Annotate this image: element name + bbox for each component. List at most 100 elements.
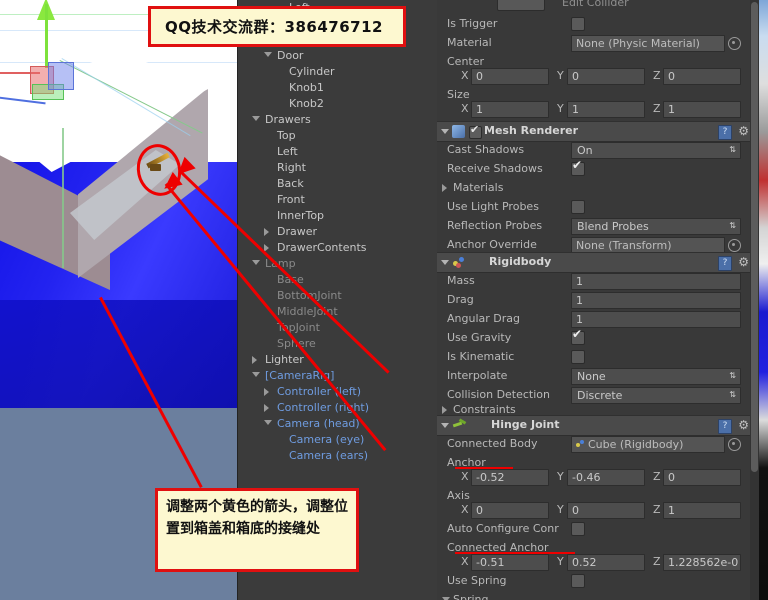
center-x-field[interactable]: 0 <box>471 68 549 85</box>
hierarchy-item-drawers[interactable]: Drawers <box>238 112 438 128</box>
physic-material-row[interactable]: Material None (Physic Material) <box>437 33 754 52</box>
hierarchy-item-lighter[interactable]: Lighter <box>238 352 438 368</box>
foldout-open-icon[interactable] <box>252 372 260 377</box>
use-gravity-row[interactable]: Use Gravity <box>437 327 754 347</box>
hierarchy-item-controller-right[interactable]: Controller (right) <box>238 400 438 416</box>
connected-anchor-y-field[interactable]: 0.52 <box>567 554 645 571</box>
auto-configure-checkbox[interactable] <box>571 522 585 536</box>
hierarchy-item-knob1[interactable]: Knob1 <box>238 80 438 96</box>
size-z-field[interactable]: 1 <box>663 101 741 118</box>
reflection-probes-dropdown[interactable]: Blend Probes ⇅ <box>571 218 741 235</box>
constraints-foldout-icon[interactable] <box>442 406 447 414</box>
gear-icon[interactable]: ⚙ <box>738 419 749 431</box>
foldout-open-icon[interactable] <box>252 260 260 265</box>
drag-row[interactable]: Drag 1 <box>437 290 754 309</box>
foldout-closed-icon[interactable] <box>264 388 269 396</box>
is-trigger-row[interactable]: Is Trigger <box>437 14 754 33</box>
drag-field[interactable]: 1 <box>571 292 741 309</box>
gear-icon[interactable]: ⚙ <box>738 125 749 137</box>
help-book-icon[interactable]: ? <box>718 419 732 434</box>
axis-vector-row[interactable]: X 0 Y 0 Z 1 <box>437 500 754 519</box>
object-picker-icon[interactable] <box>728 239 741 252</box>
inspector-scrollbar-thumb[interactable] <box>751 2 758 472</box>
hierarchy-item-right[interactable]: Right <box>238 160 438 176</box>
rigidbody-header[interactable]: Rigidbody ? ⚙ <box>437 252 754 273</box>
foldout-closed-icon[interactable] <box>264 228 269 236</box>
anchor-vector-row[interactable]: X -0.52 Y -0.46 Z 0 <box>437 467 754 486</box>
hierarchy-item-cylinder[interactable]: Cylinder <box>238 64 438 80</box>
inspector-panel[interactable]: Edit Collider Is Trigger Material None (… <box>437 0 754 600</box>
help-book-icon[interactable]: ? <box>718 256 732 271</box>
reflection-probes-row[interactable]: Reflection Probes Blend Probes ⇅ <box>437 216 754 235</box>
hierarchy-item-innertop[interactable]: InnerTop <box>238 208 438 224</box>
is-kinematic-checkbox[interactable] <box>571 350 585 364</box>
hinge-joint-header[interactable]: Hinge Joint ? ⚙ <box>437 415 754 436</box>
size-x-field[interactable]: 1 <box>471 101 549 118</box>
gizmo-z-plane-handle[interactable] <box>48 62 74 90</box>
hierarchy-item-door[interactable]: Door <box>238 48 438 64</box>
gizmo-y-axis[interactable] <box>45 4 48 68</box>
center-vector-row[interactable]: X 0 Y 0 Z 0 <box>437 66 754 85</box>
axis-x-field[interactable]: 0 <box>471 502 549 519</box>
mesh-renderer-enabled-checkbox[interactable] <box>469 123 482 139</box>
anchor-y-field[interactable]: -0.46 <box>567 469 645 486</box>
connected-anchor-vector-row[interactable]: X -0.51 Y 0.52 Z 1.228562e-0 <box>437 552 754 571</box>
spring-foldout-row[interactable]: Spring <box>437 590 754 600</box>
size-y-field[interactable]: 1 <box>567 101 645 118</box>
is-trigger-checkbox[interactable] <box>571 17 585 31</box>
hierarchy-item-base[interactable]: Base <box>238 272 438 288</box>
scene-view[interactable] <box>0 0 237 408</box>
cast-shadows-dropdown[interactable]: On ⇅ <box>571 142 741 159</box>
edit-collider-button[interactable] <box>497 0 545 11</box>
foldout-closed-icon[interactable] <box>252 356 257 364</box>
center-z-field[interactable]: 0 <box>663 68 741 85</box>
object-picker-icon[interactable] <box>728 438 741 451</box>
hierarchy-item-camera-eye[interactable]: Camera (eye) <box>238 432 438 448</box>
connected-body-field[interactable]: Cube (Rigidbody) <box>571 436 725 453</box>
mass-field[interactable]: 1 <box>571 273 741 290</box>
connected-anchor-z-field[interactable]: 1.228562e-0 <box>663 554 741 571</box>
hierarchy-item-sphere[interactable]: Sphere <box>238 336 438 352</box>
hierarchy-item-bottomjoint[interactable]: BottomJoint <box>238 288 438 304</box>
hierarchy-item-top[interactable]: Top <box>238 128 438 144</box>
use-gravity-checkbox[interactable] <box>571 327 585 345</box>
use-spring-checkbox[interactable] <box>571 574 585 588</box>
anchor-z-field[interactable]: 0 <box>663 469 741 486</box>
foldout-arrow-icon[interactable] <box>441 129 449 134</box>
object-picker-icon[interactable] <box>728 37 741 50</box>
foldout-arrow-icon[interactable] <box>441 423 449 428</box>
mesh-renderer-header[interactable]: Mesh Renderer ? ⚙ <box>437 121 754 142</box>
foldout-open-icon[interactable] <box>264 52 272 57</box>
hierarchy-item-back[interactable]: Back <box>238 176 438 192</box>
hierarchy-item-front[interactable]: Front <box>238 192 438 208</box>
connected-anchor-x-field[interactable]: -0.51 <box>471 554 549 571</box>
foldout-open-icon[interactable] <box>252 116 260 121</box>
hierarchy-item-camera-head[interactable]: Camera (head) <box>238 416 438 432</box>
axis-y-field[interactable]: 0 <box>567 502 645 519</box>
hierarchy-item-left[interactable]: Left <box>238 144 438 160</box>
foldout-arrow-icon[interactable] <box>441 260 449 265</box>
angular-drag-field[interactable]: 1 <box>571 311 741 328</box>
angular-drag-row[interactable]: Angular Drag 1 <box>437 309 754 328</box>
use-light-probes-row[interactable]: Use Light Probes <box>437 197 754 216</box>
hierarchy-item-camera-ears[interactable]: Camera (ears) <box>238 448 438 464</box>
interpolate-row[interactable]: Interpolate None ⇅ <box>437 366 754 385</box>
foldout-open-icon[interactable] <box>264 420 272 425</box>
gear-icon[interactable]: ⚙ <box>738 256 749 268</box>
help-book-icon[interactable]: ? <box>718 125 732 140</box>
interpolate-dropdown[interactable]: None ⇅ <box>571 368 741 385</box>
cast-shadows-row[interactable]: Cast Shadows On ⇅ <box>437 140 754 159</box>
hierarchy-item-camerarig[interactable]: [CameraRig] <box>238 368 438 384</box>
size-vector-row[interactable]: X 1 Y 1 Z 1 <box>437 99 754 118</box>
foldout-closed-icon[interactable] <box>264 404 269 412</box>
hierarchy-item-drawer[interactable]: Drawer <box>238 224 438 240</box>
connected-body-row[interactable]: Connected Body Cube (Rigidbody) <box>437 434 754 453</box>
is-kinematic-row[interactable]: Is Kinematic <box>437 347 754 366</box>
center-y-field[interactable]: 0 <box>567 68 645 85</box>
use-light-probes-checkbox[interactable] <box>571 200 585 214</box>
use-spring-row[interactable]: Use Spring <box>437 571 754 590</box>
hierarchy-item-knob2[interactable]: Knob2 <box>238 96 438 112</box>
axis-z-field[interactable]: 1 <box>663 502 741 519</box>
edit-collider-row[interactable]: Edit Collider <box>437 0 754 14</box>
anchor-x-field[interactable]: -0.52 <box>471 469 549 486</box>
